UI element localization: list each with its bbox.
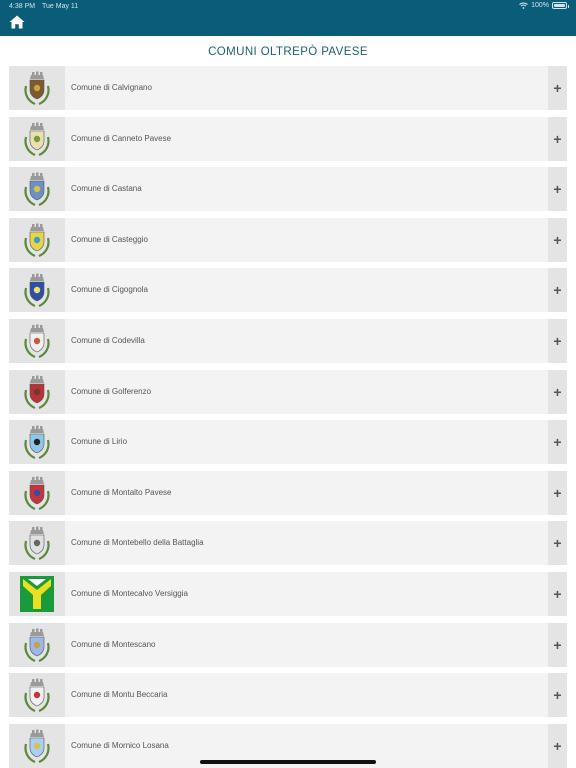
plus-icon: + [553, 737, 562, 754]
comune-row[interactable]: Comune di Golferenzo + [9, 369, 567, 414]
plus-icon: + [553, 231, 562, 248]
coat-of-arms-icon [9, 268, 65, 313]
battery-icon [552, 2, 569, 9]
comune-name: Comune di Casteggio [71, 234, 148, 244]
comune-row[interactable]: Comune di Castana + [9, 167, 567, 212]
expand-button[interactable]: + [548, 673, 567, 718]
comune-name: Comune di Codevilla [71, 336, 145, 345]
plus-icon: + [553, 282, 562, 299]
comune-name: Comune di Montalto Pavese [71, 487, 172, 497]
coat-of-arms-icon [9, 66, 65, 110]
comune-row[interactable]: Comune di Calvignano + [9, 66, 567, 110]
wifi-icon [519, 2, 528, 9]
comune-row[interactable]: Comune di Montalto Pavese + [9, 470, 567, 515]
comune-name: Comune di Calvignano [71, 83, 152, 92]
plus-icon: + [553, 484, 562, 501]
coat-of-arms-icon [9, 673, 65, 718]
coat-of-arms-icon [9, 723, 65, 768]
home-icon [9, 15, 25, 29]
coat-of-arms-icon [9, 167, 65, 212]
comune-name: Comune di Montebello della Battaglia [71, 538, 204, 548]
status-time: 4:38 PM [9, 3, 36, 10]
coat-of-arms-icon [9, 572, 65, 616]
plus-icon: + [553, 586, 562, 602]
expand-button[interactable]: + [548, 319, 567, 363]
comune-row[interactable]: Comune di Casteggio + [9, 217, 567, 262]
comune-name: Comune di Golferenzo [71, 386, 152, 396]
comune-name: Comune di Montu Beccaria [71, 690, 168, 700]
expand-button[interactable]: + [548, 217, 567, 262]
comune-row[interactable]: Comune di Montecalvo Versiggia + [9, 572, 567, 616]
page-title: COMUNI OLTREPÒ PAVESE [208, 46, 368, 58]
expand-button[interactable]: + [548, 622, 567, 667]
coat-of-arms-icon [9, 521, 65, 566]
coat-of-arms-icon [9, 420, 65, 465]
status-date: Tue May 11 [42, 3, 79, 10]
expand-button[interactable]: + [548, 723, 567, 768]
expand-button[interactable]: + [548, 369, 567, 414]
plus-icon: + [553, 383, 562, 400]
coat-of-arms-icon [9, 116, 65, 161]
plus-icon: + [553, 687, 562, 704]
plus-icon: + [553, 535, 562, 552]
status-bar: 4:38 PM Tue May 11 100% [0, 0, 576, 13]
comune-name: Comune di Montescano [71, 639, 156, 649]
expand-button[interactable]: + [548, 470, 567, 515]
expand-button[interactable]: + [548, 420, 567, 465]
plus-icon: + [553, 181, 562, 198]
plus-icon: + [553, 80, 562, 96]
home-indicator [200, 760, 376, 764]
coat-of-arms-icon [9, 319, 65, 363]
expand-button[interactable]: + [548, 167, 567, 212]
coat-of-arms-icon [9, 470, 65, 515]
comune-row[interactable]: Comune di Lirio + [9, 420, 567, 465]
comune-name: Comune di Cigognola [71, 285, 148, 295]
battery-percent: 100% [531, 2, 549, 9]
comune-name: Comune di Castana [71, 184, 142, 194]
home-button[interactable] [9, 15, 25, 31]
expand-button[interactable]: + [548, 572, 567, 616]
comune-name: Comune di Mornico Losana [71, 740, 169, 750]
comune-name: Comune di Canneto Pavese [71, 133, 172, 143]
coat-of-arms-icon [9, 622, 65, 667]
comune-row[interactable]: Comune di Montescano + [9, 622, 567, 667]
comune-row[interactable]: Comune di Montebello della Battaglia + [9, 521, 567, 566]
coat-of-arms-icon [9, 217, 65, 262]
expand-button[interactable]: + [548, 521, 567, 566]
status-right: 100% [519, 2, 569, 9]
coat-of-arms-icon [9, 369, 65, 414]
comune-row[interactable]: Comune di Montu Beccaria + [9, 673, 567, 718]
plus-icon: + [553, 130, 562, 147]
expand-button[interactable]: + [548, 66, 567, 110]
plus-icon: + [553, 636, 562, 653]
plus-icon: + [553, 333, 562, 349]
comune-name: Comune di Lirio [71, 437, 128, 447]
plus-icon: + [553, 434, 562, 451]
expand-button[interactable]: + [548, 268, 567, 313]
top-app-bar: 4:38 PM Tue May 11 100% [0, 0, 576, 36]
expand-button[interactable]: + [548, 116, 567, 161]
comune-row[interactable]: Comune di Codevilla + [9, 319, 567, 363]
comune-row[interactable]: Comune di Canneto Pavese + [9, 116, 567, 161]
comune-name: Comune di Montecalvo Versiggia [71, 589, 188, 598]
comune-row[interactable]: Comune di Cigognola + [9, 268, 567, 313]
